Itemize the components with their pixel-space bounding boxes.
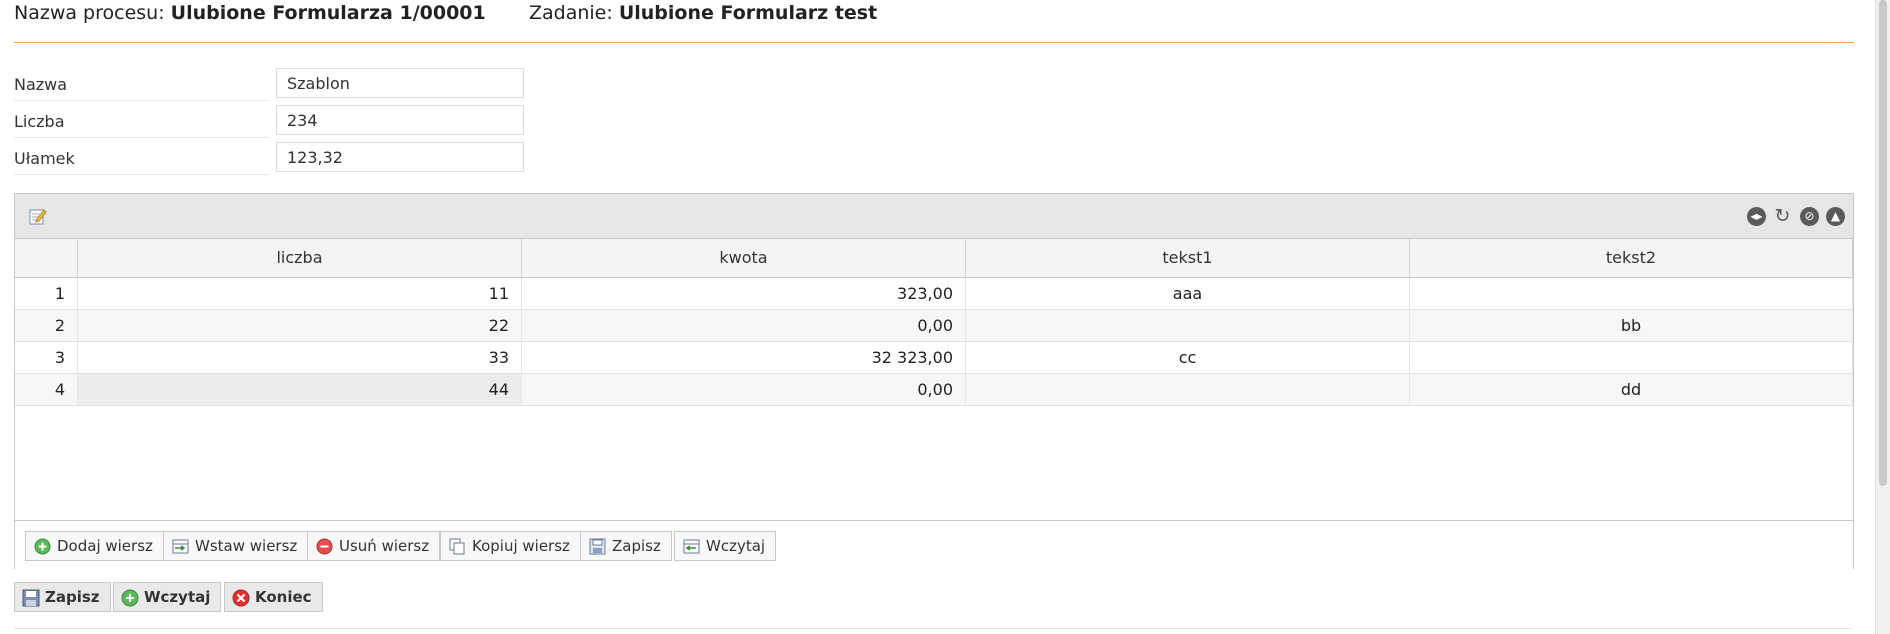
table-row[interactable]: 2 22 0,00 bb: [15, 310, 1853, 342]
cell-kwota[interactable]: 323,00: [522, 278, 966, 309]
grid-footer: Dodaj wiersz Wstaw wiersz Usuń wiersz Ko…: [15, 520, 1853, 569]
process-name-label: Nazwa procesu:: [14, 2, 165, 24]
table-row[interactable]: 4 44 0,00 dd: [15, 374, 1853, 406]
vertical-scrollbar[interactable]: [1875, 0, 1890, 634]
save-icon: [589, 538, 606, 555]
cell-tekst1[interactable]: [966, 310, 1410, 341]
nazwa-field[interactable]: Szablon: [276, 68, 524, 98]
load-button[interactable]: Wczytaj: [113, 582, 222, 612]
column-header-liczba[interactable]: liczba: [78, 239, 522, 277]
save-button[interactable]: Zapisz: [14, 582, 111, 612]
cell-tekst1[interactable]: [966, 374, 1410, 405]
end-label: Koniec: [255, 588, 312, 606]
plus-circle-icon: [121, 589, 139, 607]
cancel-icon[interactable]: ⊘: [1800, 207, 1819, 226]
column-header-tekst1[interactable]: tekst1: [966, 239, 1410, 277]
cell-tekst1[interactable]: cc: [966, 342, 1410, 373]
minus-circle-icon: [316, 538, 333, 555]
cell-tekst2[interactable]: [1410, 278, 1853, 309]
row-number: 1: [15, 278, 78, 309]
cell-kwota[interactable]: 32 323,00: [522, 342, 966, 373]
footer-divider: [14, 628, 1852, 629]
column-header-kwota[interactable]: kwota: [522, 239, 966, 277]
edit-icon[interactable]: [29, 207, 47, 225]
row-number: 2: [15, 310, 78, 341]
cell-liczba[interactable]: 11: [78, 278, 522, 309]
cell-tekst2[interactable]: bb: [1410, 310, 1853, 341]
copy-row-label: Kopiuj wiersz: [472, 537, 570, 555]
row-number: 4: [15, 374, 78, 405]
cell-liczba[interactable]: 22: [78, 310, 522, 341]
cell-kwota[interactable]: 0,00: [522, 310, 966, 341]
save-icon: [22, 589, 40, 607]
task-name-label: Zadanie:: [529, 2, 613, 24]
close-icon: [232, 589, 250, 607]
table-row[interactable]: 3 33 32 323,00 cc: [15, 342, 1853, 374]
end-button[interactable]: Koniec: [224, 582, 323, 612]
grid-save-button[interactable]: Zapisz: [580, 531, 672, 561]
plus-circle-icon: [34, 538, 51, 555]
copy-row-button[interactable]: Kopiuj wiersz: [440, 531, 581, 561]
header-divider: [14, 42, 1854, 43]
process-name-value: Ulubione Formularza 1/00001: [170, 2, 486, 24]
column-header-tekst2[interactable]: tekst2: [1410, 239, 1853, 277]
cell-liczba[interactable]: 33: [78, 342, 522, 373]
cell-liczba[interactable]: 44: [78, 374, 522, 405]
cell-tekst1[interactable]: aaa: [966, 278, 1410, 309]
insert-row-button[interactable]: Wstaw wiersz: [163, 531, 309, 561]
liczba-label: Liczba: [14, 107, 269, 138]
nazwa-label: Nazwa: [14, 70, 269, 101]
add-row-button[interactable]: Dodaj wiersz: [25, 531, 164, 561]
liczba-field[interactable]: 234: [276, 105, 524, 135]
data-grid: ◂▸ ↻ ⊘ ▲ liczba kwota tekst1 tekst2 1 11…: [14, 193, 1854, 569]
collapse-up-icon[interactable]: ▲: [1826, 207, 1845, 226]
row-number-header: [15, 239, 78, 277]
load-label: Wczytaj: [144, 588, 211, 606]
insert-row-label: Wstaw wiersz: [195, 537, 298, 555]
copy-icon: [449, 538, 465, 555]
task-name-value: Ulubione Formularz test: [618, 2, 878, 24]
ulamek-label: Ułamek: [14, 144, 269, 175]
cell-tekst2[interactable]: [1410, 342, 1853, 373]
delete-row-label: Usuń wiersz: [339, 537, 430, 555]
grid-toolbar: ◂▸ ↻ ⊘ ▲: [15, 194, 1853, 239]
cell-tekst2[interactable]: dd: [1410, 374, 1853, 405]
table-row[interactable]: 1 11 323,00 aaa: [15, 278, 1853, 310]
grid-load-label: Wczytaj: [706, 537, 766, 555]
process-name: Nazwa procesu: Ulubione Formularza 1/000…: [14, 2, 486, 24]
grid-header: liczba kwota tekst1 tekst2: [15, 239, 1853, 278]
task-name: Zadanie: Ulubione Formularz test: [529, 2, 877, 24]
scrollbar-thumb[interactable]: [1879, 0, 1887, 486]
cell-kwota[interactable]: 0,00: [522, 374, 966, 405]
delete-row-button[interactable]: Usuń wiersz: [307, 531, 441, 561]
load-icon: [683, 539, 700, 554]
row-number: 3: [15, 342, 78, 373]
insert-row-icon: [172, 539, 189, 554]
ulamek-field[interactable]: 123,32: [276, 142, 524, 172]
grid-load-button[interactable]: Wczytaj: [674, 531, 777, 561]
process-header: Nazwa procesu: Ulubione Formularza 1/000…: [14, 0, 1854, 28]
add-row-label: Dodaj wiersz: [57, 537, 153, 555]
collapse-columns-icon[interactable]: ◂▸: [1747, 207, 1766, 226]
save-label: Zapisz: [45, 588, 100, 606]
grid-save-label: Zapisz: [612, 537, 661, 555]
refresh-icon[interactable]: ↻: [1773, 207, 1792, 226]
